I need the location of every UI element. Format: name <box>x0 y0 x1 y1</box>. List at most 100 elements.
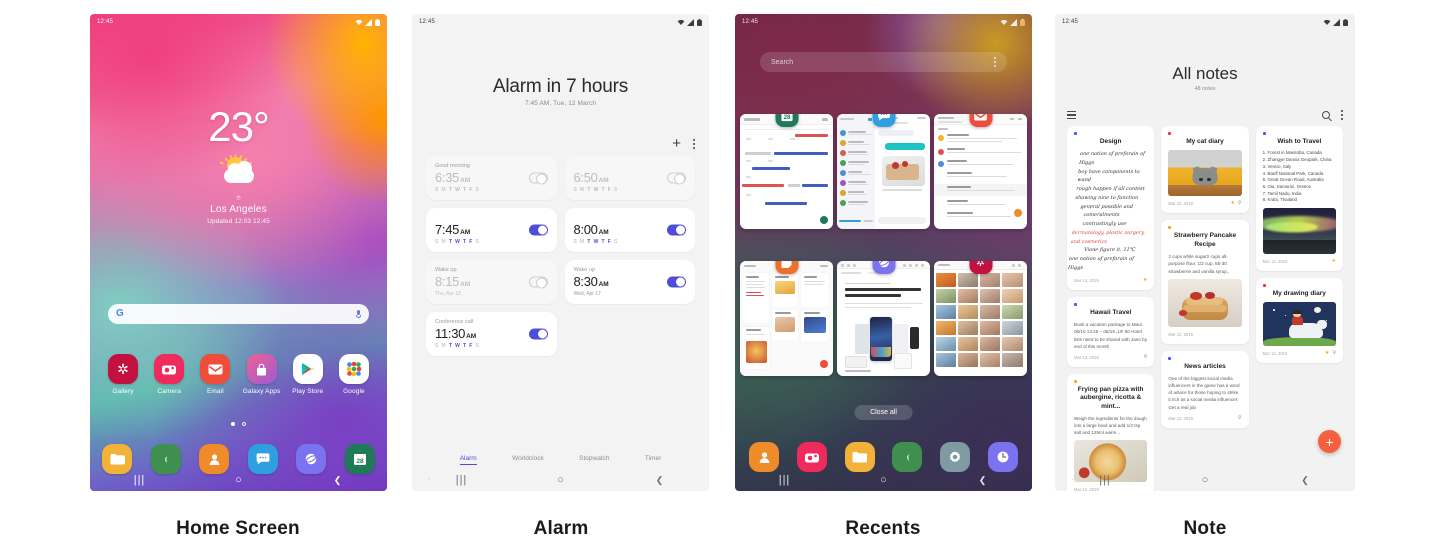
add-alarm-button[interactable]: + <box>672 136 681 151</box>
app-play-store[interactable]: Play Store <box>287 354 329 395</box>
star-icon[interactable]: ★ <box>1143 277 1147 283</box>
tab-alarm[interactable]: Alarm <box>459 455 477 465</box>
recents-card-notes[interactable] <box>740 261 833 376</box>
recents-button[interactable]: ||| <box>412 474 511 486</box>
recents-button[interactable]: ||| <box>90 474 189 486</box>
hamburger-menu-icon[interactable] <box>1067 110 1076 120</box>
note-card-design[interactable]: Design one notion of preforain of Higgs … <box>1067 126 1155 290</box>
star-icon[interactable]: ★ <box>1325 351 1329 356</box>
alarm-days: S M T W T F S <box>435 343 480 350</box>
phone-icon[interactable] <box>892 442 923 472</box>
add-note-button[interactable]: + <box>1318 430 1341 453</box>
weather-widget[interactable]: 23° ⌾ Los Angeles Updated 12:03 12:45 <box>90 103 387 226</box>
microphone-icon[interactable] <box>356 310 361 318</box>
back-button[interactable]: ❮ <box>288 475 387 485</box>
tab-timer[interactable]: Timer <box>645 455 661 465</box>
home-button[interactable]: ○ <box>189 474 288 486</box>
google-search-bar[interactable]: G <box>108 304 369 324</box>
tab-worldclock[interactable]: Worldclock <box>512 455 544 465</box>
recents-button[interactable]: ||| <box>735 474 834 486</box>
status-time: 12:45 <box>1062 19 1079 25</box>
alarm-toggle[interactable] <box>528 276 548 289</box>
app-email[interactable]: Email <box>194 354 236 395</box>
alarm-toggle[interactable] <box>528 328 548 340</box>
recents-card-gallery[interactable]: ✲ <box>934 261 1027 376</box>
tab-stopwatch[interactable]: Stopwatch <box>579 455 609 465</box>
note-card-my-cat-diary[interactable]: My cat diary Mar 12, 2019 ★ ⚲ <box>1161 126 1249 214</box>
clock-icon[interactable] <box>987 442 1018 472</box>
recents-card-internet[interactable] <box>837 261 930 376</box>
kebab-menu-icon[interactable] <box>693 138 695 149</box>
note-date: Mar 12, 2019 <box>1262 258 1288 264</box>
kebab-menu-icon[interactable] <box>994 57 996 67</box>
back-button[interactable]: ❮ <box>1255 475 1355 485</box>
star-icon[interactable]: ★ <box>1332 258 1336 264</box>
settings-icon[interactable] <box>940 442 971 472</box>
note-title: Frying pan pizza with aubergine, ricotta… <box>1077 385 1144 410</box>
alarm-toggle[interactable] <box>667 276 686 288</box>
note-card-strawberry-pancake-recipe[interactable]: Strawberry Pancake Recipe 2 cups white s… <box>1161 220 1249 344</box>
drawing-photo <box>1262 302 1336 347</box>
camera-icon[interactable] <box>796 442 827 472</box>
galaxy-apps-icon <box>246 354 277 384</box>
note-card-wish-to-travel[interactable]: Wish to Travel 1. Forest in Manitoba, Ca… <box>1255 126 1343 271</box>
internet-icon <box>872 261 895 274</box>
weather-city: Los Angeles <box>210 204 267 215</box>
alarm-card[interactable]: 8:00AM S M T W T F S <box>564 208 695 252</box>
alarm-toggle[interactable] <box>528 224 548 236</box>
search-icon[interactable] <box>1322 111 1330 119</box>
note-title: Strawberry Pancake Recipe <box>1173 232 1237 248</box>
home-button[interactable]: ○ <box>834 474 933 486</box>
alarm-toggle[interactable] <box>667 224 686 236</box>
alarm-actions: + <box>672 136 695 151</box>
alarm-card[interactable]: Good morning 6:35AM S M T W T F S <box>426 156 557 200</box>
my-files-icon[interactable] <box>844 442 875 472</box>
contacts-icon[interactable] <box>749 442 779 472</box>
caption-home-screen: Home Screen <box>176 518 300 539</box>
pin-icon[interactable]: ⚲ <box>1238 201 1242 206</box>
app-label: Google <box>343 388 365 395</box>
note-card-my-drawing-diary[interactable]: My drawing diary Mar 12, 2019 ★ ⚲ <box>1255 277 1343 364</box>
alarm-card[interactable]: Wake up 8:15AM Thu, Apr 18 <box>426 260 557 304</box>
recents-card-email[interactable] <box>934 114 1027 229</box>
alarm-name <box>435 215 548 222</box>
kebab-menu-icon[interactable] <box>1341 110 1343 120</box>
recents-button[interactable]: ||| <box>1055 474 1155 486</box>
alarm-card[interactable]: 7:45AM S M T W T F S <box>426 208 557 252</box>
home-button[interactable]: ○ <box>1155 474 1255 486</box>
recents-card-calendar[interactable]: 28 <box>740 114 833 229</box>
app-gallery[interactable]: ✲ Gallery <box>102 354 144 395</box>
alarm-toggle[interactable] <box>528 172 548 185</box>
note-date: Mar 12, 2019 <box>1168 201 1194 207</box>
star-icon[interactable]: ★ <box>1231 201 1235 206</box>
back-button[interactable]: ❮ <box>933 475 1032 485</box>
note-title: Wish to Travel <box>1277 138 1322 145</box>
status-time: 12:45 <box>97 19 114 25</box>
note-card-hawaii-travel[interactable]: Hawaii Travel Book a vacation package to… <box>1067 296 1155 367</box>
back-button[interactable]: ❮ <box>610 475 709 485</box>
alarm-card[interactable]: 6:50AM S M T W T F S <box>564 156 695 200</box>
weather-temperature: 23° <box>208 103 270 150</box>
note-title: My cat diary <box>1186 138 1224 145</box>
app-camera[interactable]: Camera <box>148 354 190 395</box>
alarm-list: Good morning 6:35AM S M T W T F S 6:50AM… <box>426 156 695 356</box>
note-body: One of the biggest social media influenc… <box>1168 376 1240 410</box>
app-galaxy-apps[interactable]: Galaxy Apps <box>241 354 283 395</box>
aurora-photo <box>1262 207 1336 254</box>
note-color-dot <box>1262 283 1266 287</box>
pin-icon[interactable]: ⚲ <box>1238 415 1242 421</box>
page-title: All notes <box>1172 64 1238 83</box>
alarm-card[interactable]: Wake up 8:30AM Wed, Apr 17 <box>564 260 695 304</box>
alarm-toggle[interactable] <box>667 172 686 185</box>
recents-search-bar[interactable]: Search <box>760 52 1007 72</box>
close-all-button[interactable]: Close all <box>854 405 913 420</box>
recents-card-messages[interactable] <box>837 114 930 229</box>
google-logo-icon: G <box>116 308 124 319</box>
app-google-folder[interactable]: Google <box>333 354 375 395</box>
device-home-screen: 12:45 23° ⌾ Los Angeles Updated 12:03 12… <box>90 14 387 491</box>
note-card-news-articles[interactable]: News articles One of the biggest social … <box>1161 350 1249 428</box>
pin-icon[interactable]: ⚲ <box>1144 354 1148 360</box>
pin-icon[interactable]: ⚲ <box>1332 351 1336 356</box>
home-button[interactable]: ○ <box>511 474 610 486</box>
alarm-card[interactable]: Conference call 11:30AM S M T W T F S <box>426 312 557 356</box>
